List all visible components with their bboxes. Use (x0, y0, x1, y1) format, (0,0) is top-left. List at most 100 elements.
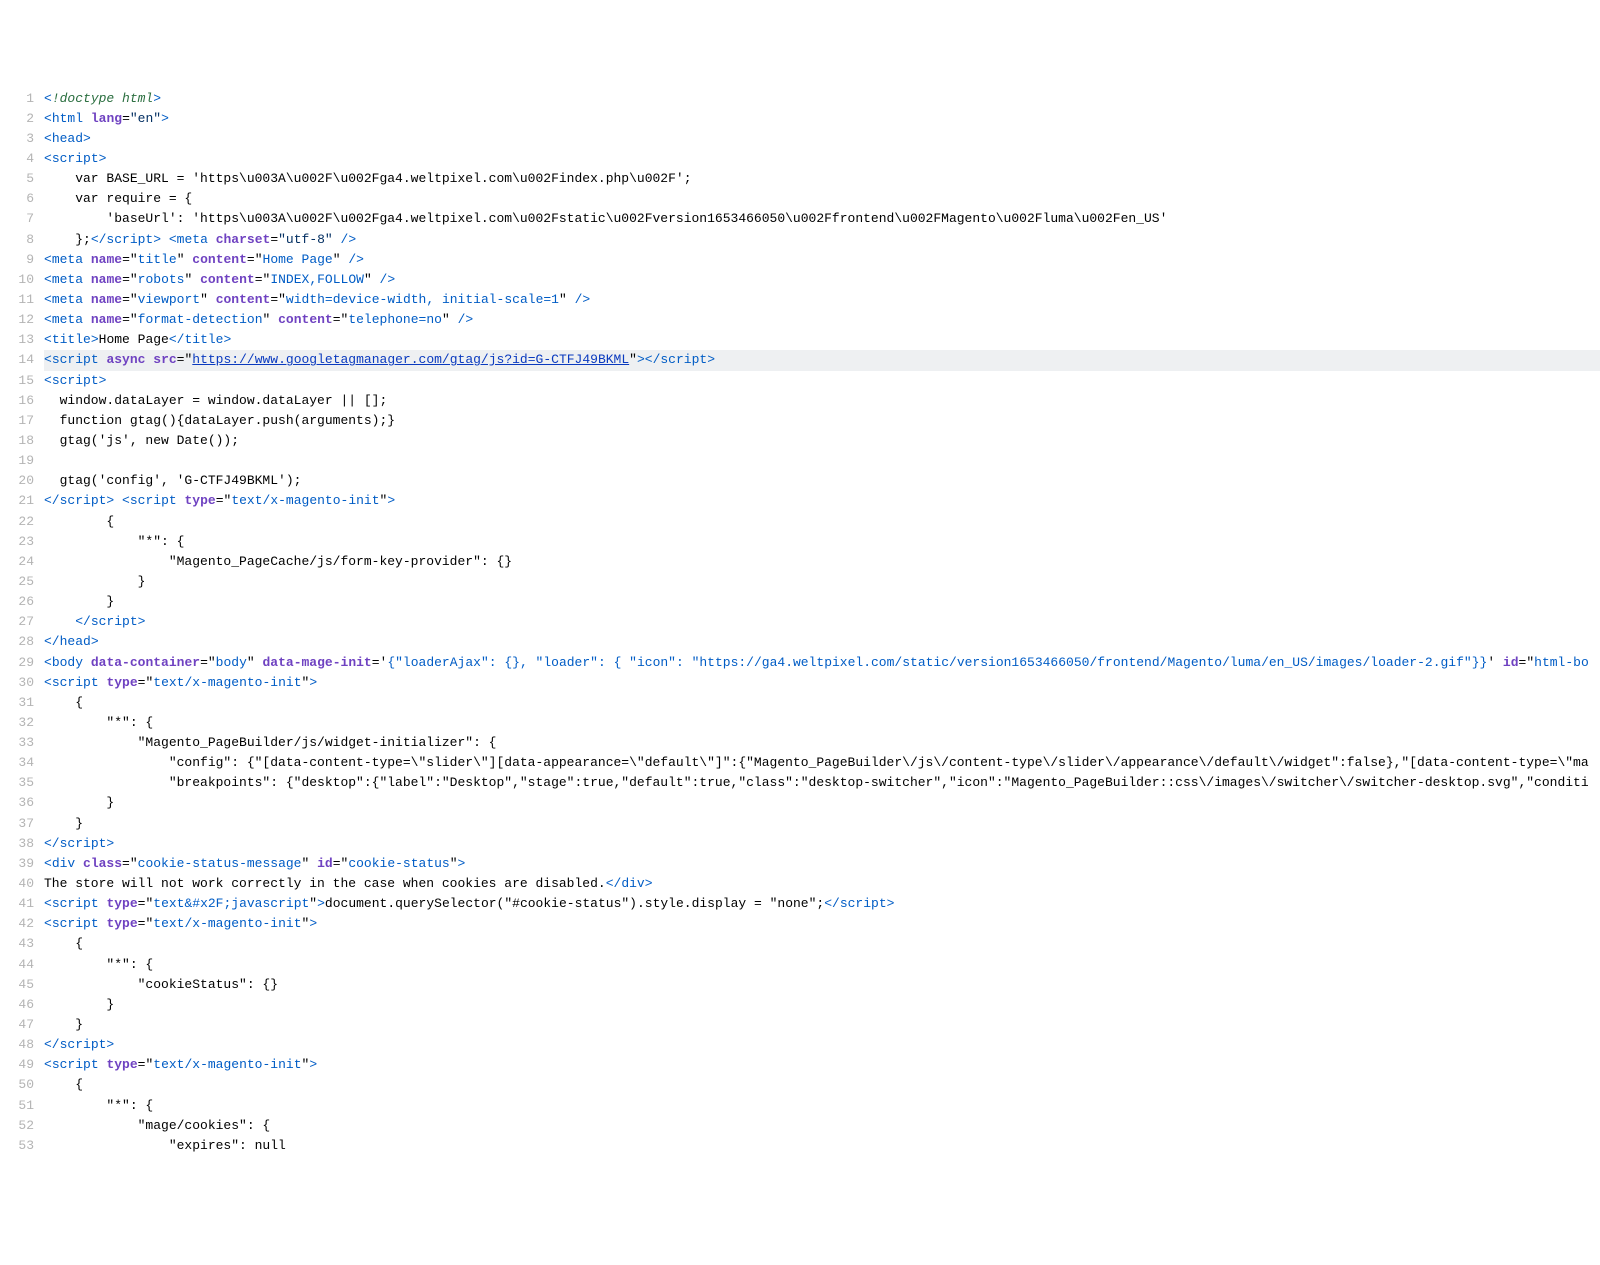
code-content: <div class="cookie-status-message" id="c… (44, 854, 1600, 874)
line-number: 29 (0, 653, 44, 673)
code-line: 12<meta name="format-detection" content=… (0, 310, 1600, 330)
line-number: 11 (0, 290, 44, 310)
code-line: 25 } (0, 572, 1600, 592)
line-number: 9 (0, 250, 44, 270)
line-number: 36 (0, 793, 44, 813)
line-number: 47 (0, 1015, 44, 1035)
code-content: <title>Home Page</title> (44, 330, 1600, 350)
code-line: 52 "mage/cookies": { (0, 1116, 1600, 1136)
code-line: 36 } (0, 793, 1600, 813)
code-content: var require = { (44, 189, 1600, 209)
code-content: };</script> <meta charset="utf-8" /> (44, 230, 1600, 250)
code-line: 20 gtag('config', 'G-CTFJ49BKML'); (0, 471, 1600, 491)
line-number: 38 (0, 834, 44, 854)
line-number: 5 (0, 169, 44, 189)
code-content: <meta name="format-detection" content="t… (44, 310, 1600, 330)
code-line: 53 "expires": null (0, 1136, 1600, 1156)
code-line: 23 "*": { (0, 532, 1600, 552)
code-content: </script> (44, 1035, 1600, 1055)
line-number: 43 (0, 934, 44, 954)
code-line: 2<html lang="en"> (0, 109, 1600, 129)
code-content: { (44, 1075, 1600, 1095)
line-number: 15 (0, 371, 44, 391)
code-content: "*": { (44, 532, 1600, 552)
code-line: 33 "Magento_PageBuilder/js/widget-initia… (0, 733, 1600, 753)
line-number: 40 (0, 874, 44, 894)
code-content: "*": { (44, 713, 1600, 733)
code-content: <script async src="https://www.googletag… (44, 350, 1600, 370)
line-number: 45 (0, 975, 44, 995)
line-number: 10 (0, 270, 44, 290)
line-number: 26 (0, 592, 44, 612)
line-number: 37 (0, 814, 44, 834)
line-number: 2 (0, 109, 44, 129)
code-line: 31 { (0, 693, 1600, 713)
code-line: 27 </script> (0, 612, 1600, 632)
code-line: 7 'baseUrl': 'https\u003A\u002F\u002Fga4… (0, 209, 1600, 229)
code-content: </script> (44, 834, 1600, 854)
code-line: 13<title>Home Page</title> (0, 330, 1600, 350)
line-number: 1 (0, 89, 44, 109)
line-number: 21 (0, 491, 44, 511)
line-number: 22 (0, 512, 44, 532)
code-line: 16 window.dataLayer = window.dataLayer |… (0, 391, 1600, 411)
code-line: 3<head> (0, 129, 1600, 149)
code-content: } (44, 1015, 1600, 1035)
code-content: { (44, 512, 1600, 532)
code-content: <script> (44, 149, 1600, 169)
line-number: 31 (0, 693, 44, 713)
code-line: 30<script type="text/x-magento-init"> (0, 673, 1600, 693)
code-content: "cookieStatus": {} (44, 975, 1600, 995)
line-number: 20 (0, 471, 44, 491)
code-line: 39<div class="cookie-status-message" id=… (0, 854, 1600, 874)
code-line: 5 var BASE_URL = 'https\u003A\u002F\u002… (0, 169, 1600, 189)
code-line: 28</head> (0, 632, 1600, 652)
code-content: window.dataLayer = window.dataLayer || [… (44, 391, 1600, 411)
code-line: 32 "*": { (0, 713, 1600, 733)
code-line: 26 } (0, 592, 1600, 612)
line-number: 19 (0, 451, 44, 471)
code-content: } (44, 995, 1600, 1015)
line-number: 3 (0, 129, 44, 149)
code-line: 34 "config": {"[data-content-type=\"slid… (0, 753, 1600, 773)
code-content: <script> (44, 371, 1600, 391)
code-line: 47 } (0, 1015, 1600, 1035)
line-number: 30 (0, 673, 44, 693)
line-number: 52 (0, 1116, 44, 1136)
code-content: "*": { (44, 955, 1600, 975)
code-content: <html lang="en"> (44, 109, 1600, 129)
code-content: <!doctype html> (44, 89, 1600, 109)
code-line: 49<script type="text/x-magento-init"> (0, 1055, 1600, 1075)
line-number: 53 (0, 1136, 44, 1156)
code-line: 42<script type="text/x-magento-init"> (0, 914, 1600, 934)
line-number: 51 (0, 1096, 44, 1116)
line-number: 13 (0, 330, 44, 350)
code-content: gtag('config', 'G-CTFJ49BKML'); (44, 471, 1600, 491)
code-content: "breakpoints": {"desktop":{"label":"Desk… (44, 773, 1600, 793)
code-content: <meta name="robots" content="INDEX,FOLLO… (44, 270, 1600, 290)
line-number: 12 (0, 310, 44, 330)
line-number: 33 (0, 733, 44, 753)
code-content: </script> <script type="text/x-magento-i… (44, 491, 1600, 511)
code-line: 17 function gtag(){dataLayer.push(argume… (0, 411, 1600, 431)
line-number: 46 (0, 995, 44, 1015)
code-line: 44 "*": { (0, 955, 1600, 975)
code-line: 22 { (0, 512, 1600, 532)
code-content: "*": { (44, 1096, 1600, 1116)
code-content: <meta name="viewport" content="width=dev… (44, 290, 1600, 310)
code-content: 'baseUrl': 'https\u003A\u002F\u002Fga4.w… (44, 209, 1600, 229)
code-content: } (44, 814, 1600, 834)
line-number: 44 (0, 955, 44, 975)
code-line: 24 "Magento_PageCache/js/form-key-provid… (0, 552, 1600, 572)
code-line: 11<meta name="viewport" content="width=d… (0, 290, 1600, 310)
code-line: 14<script async src="https://www.googlet… (0, 350, 1600, 370)
code-content: var BASE_URL = 'https\u003A\u002F\u002Fg… (44, 169, 1600, 189)
line-number: 16 (0, 391, 44, 411)
code-content: <script type="text/x-magento-init"> (44, 673, 1600, 693)
line-number: 17 (0, 411, 44, 431)
code-line: 48</script> (0, 1035, 1600, 1055)
code-line: 9<meta name="title" content="Home Page" … (0, 250, 1600, 270)
line-number: 50 (0, 1075, 44, 1095)
code-line: 21</script> <script type="text/x-magento… (0, 491, 1600, 511)
code-content: "Magento_PageBuilder/js/widget-initializ… (44, 733, 1600, 753)
